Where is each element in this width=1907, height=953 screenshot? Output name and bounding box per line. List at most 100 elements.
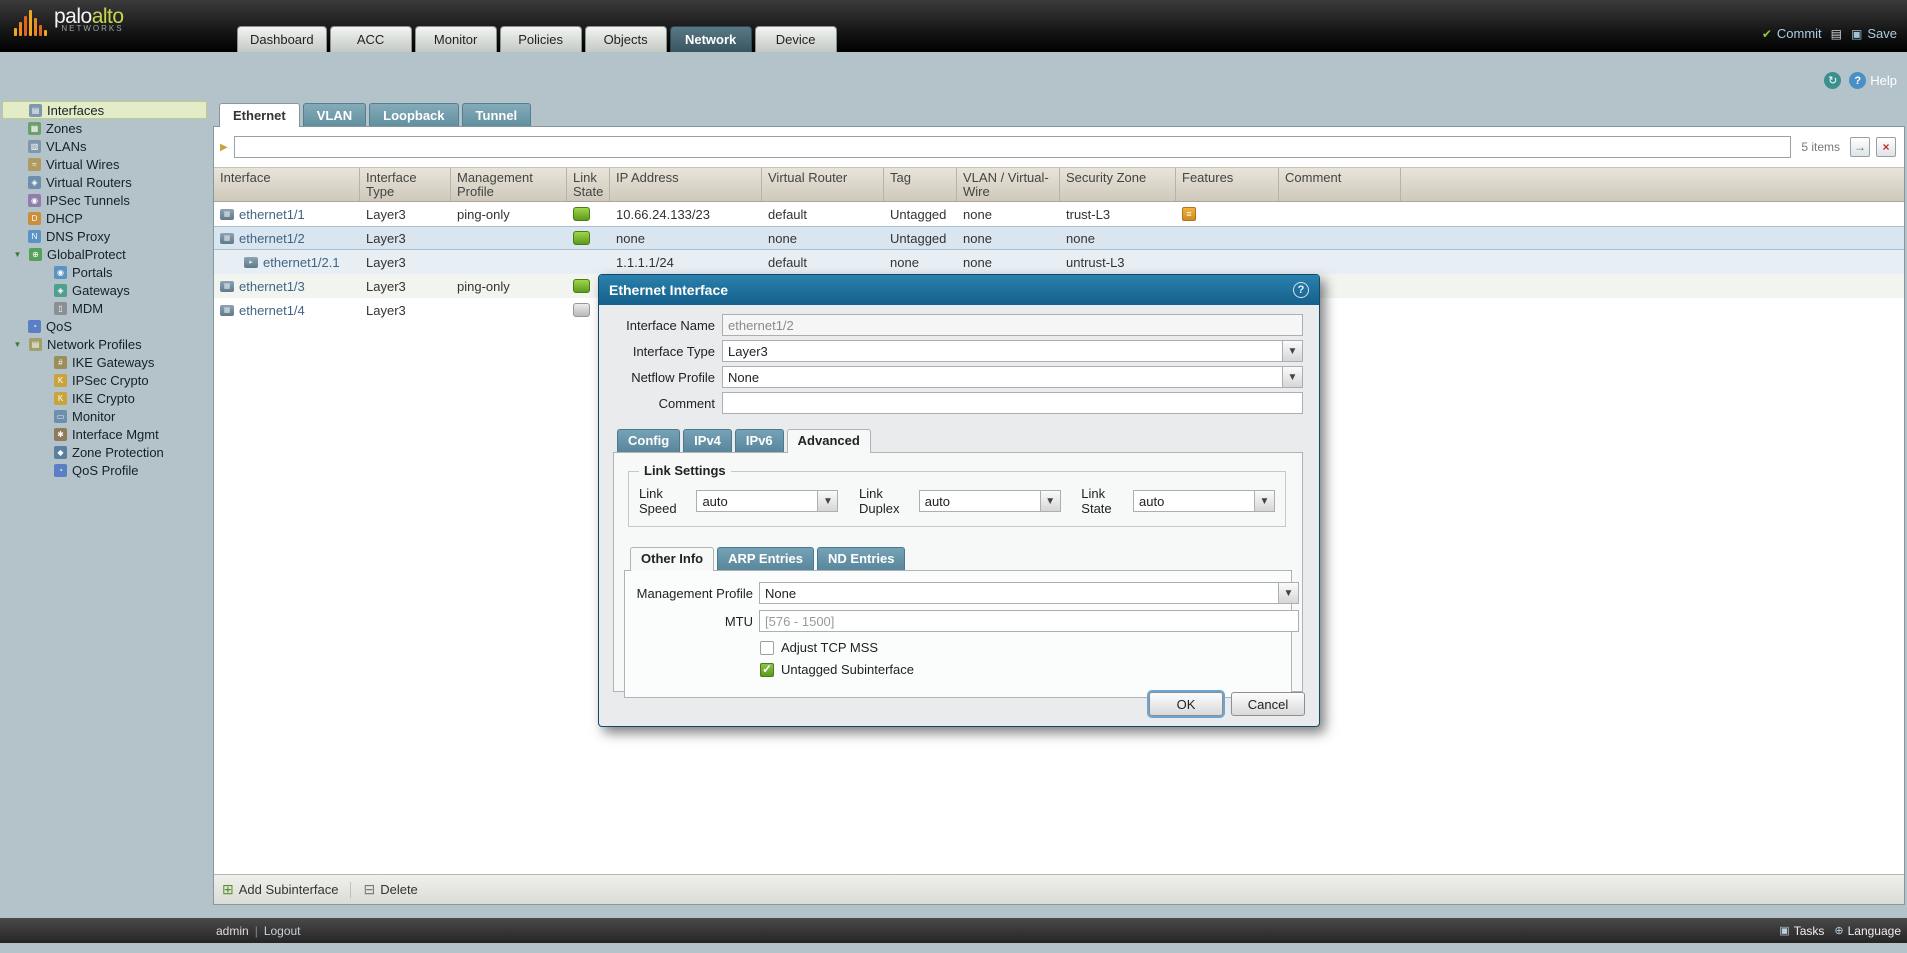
sidebar-item-virtual-routers[interactable]: ◈Virtual Routers	[2, 173, 207, 191]
sidebar-item-dns-proxy[interactable]: NDNS Proxy	[2, 227, 207, 245]
table-row-ethernet1-1[interactable]: ▦ethernet1/1 Layer3 ping-only 10.66.24.1…	[214, 202, 1904, 226]
tab-tunnel[interactable]: Tunnel	[462, 103, 532, 126]
sidebar-item-interfaces[interactable]: ▤Interfaces	[2, 101, 207, 119]
sidebar-item-mdm[interactable]: ▯MDM	[2, 299, 207, 317]
nav-tab-dashboard[interactable]: Dashboard	[237, 26, 327, 52]
delete-icon: ⊟	[363, 881, 375, 898]
column-security-zone[interactable]: Security Zone	[1060, 168, 1176, 201]
filter-input[interactable]	[234, 136, 1792, 158]
tab-arp-entries[interactable]: ARP Entries	[717, 547, 814, 570]
commit-button[interactable]: ✔Commit	[1762, 26, 1822, 41]
column-virtual-router[interactable]: Virtual Router	[762, 168, 884, 201]
sidebar-item-ipsec-crypto[interactable]: KIPSec Crypto	[2, 371, 207, 389]
logo-text: paloaltoNETWORKS	[54, 8, 124, 36]
clear-filter-button[interactable]: ×	[1876, 137, 1896, 157]
help-button[interactable]: ?Help	[1849, 72, 1897, 89]
main-nav: Dashboard ACC Monitor Policies Objects N…	[237, 26, 837, 52]
logout-link[interactable]: Logout	[264, 924, 301, 938]
expander-icon[interactable]: ▼	[11, 340, 24, 349]
nav-tab-device[interactable]: Device	[755, 26, 837, 52]
virtual-wires-icon: ≈	[28, 158, 41, 171]
nav-tab-monitor[interactable]: Monitor	[415, 26, 497, 52]
sidebar-item-network-profiles[interactable]: ▼▤Network Profiles	[2, 335, 207, 353]
column-tag[interactable]: Tag	[884, 168, 957, 201]
interface-type-tabs: Ethernet VLAN Loopback Tunnel	[219, 103, 531, 126]
column-comment[interactable]: Comment	[1279, 168, 1401, 201]
tab-ethernet[interactable]: Ethernet	[219, 103, 300, 127]
add-subinterface-button[interactable]: ⊞Add Subinterface	[222, 881, 338, 898]
interface-icon: ▦	[220, 233, 234, 244]
nav-tab-policies[interactable]: Policies	[500, 26, 582, 52]
sidebar-item-qos[interactable]: ◔QoS	[2, 317, 207, 335]
other-info-panel: Management Profile None ▼ MTU Adjust TCP…	[624, 570, 1292, 698]
table-row-ethernet1-2-1[interactable]: ▸ethernet1/2.1 Layer3 1.1.1.1/24 default…	[214, 250, 1904, 274]
column-vlan-virtual-wire[interactable]: VLAN / Virtual-Wire	[957, 168, 1060, 201]
sidebar-item-ike-crypto[interactable]: KIKE Crypto	[2, 389, 207, 407]
nav-tab-network[interactable]: Network	[670, 26, 752, 52]
link-state-select[interactable]: auto ▼	[1133, 490, 1275, 512]
netflow-profile-select[interactable]: None ▼	[722, 366, 1303, 388]
comment-input[interactable]	[722, 392, 1303, 414]
tab-other-info[interactable]: Other Info	[630, 547, 714, 571]
column-interface-type[interactable]: Interface Type	[360, 168, 451, 201]
dialog-help-icon[interactable]: ?	[1293, 282, 1309, 298]
tab-ipv4[interactable]: IPv4	[683, 429, 732, 452]
apply-filter-button[interactable]: →	[1850, 137, 1870, 157]
language-button[interactable]: ⊕Language	[1834, 924, 1901, 938]
tab-config[interactable]: Config	[617, 429, 680, 452]
refresh-icon[interactable]: ↻	[1824, 72, 1841, 89]
chevron-down-icon: ▼	[1282, 367, 1302, 387]
sidebar-item-ipsec-tunnels[interactable]: ◉IPSec Tunnels	[2, 191, 207, 209]
table-row-ethernet1-2[interactable]: ▦ethernet1/2 Layer3 none none Untagged n…	[214, 226, 1904, 250]
sidebar-item-dhcp[interactable]: DDHCP	[2, 209, 207, 227]
sidebar-item-ike-gateways[interactable]: #IKE Gateways	[2, 353, 207, 371]
ok-button[interactable]: OK	[1149, 692, 1223, 716]
expander-icon[interactable]: ▼	[11, 250, 24, 259]
advanced-sub-tabs: Other Info ARP Entries ND Entries	[630, 547, 1292, 570]
sidebar-item-zones[interactable]: ▦Zones	[2, 119, 207, 137]
sidebar-item-qos-profile[interactable]: ◔QoS Profile	[2, 461, 207, 479]
tab-vlan[interactable]: VLAN	[303, 103, 366, 126]
ike-gateways-icon: #	[54, 356, 67, 369]
top-header: paloaltoNETWORKS Dashboard ACC Monitor P…	[0, 0, 1907, 52]
untagged-subinterface-checkbox[interactable]	[760, 663, 774, 677]
logo-bars-icon	[14, 10, 47, 36]
column-interface[interactable]: Interface	[214, 168, 360, 201]
interface-type-select[interactable]: Layer3 ▼	[722, 340, 1303, 362]
link-speed-select[interactable]: auto ▼	[696, 490, 838, 512]
tab-advanced[interactable]: Advanced	[787, 429, 871, 453]
adjust-tcp-mss-checkbox[interactable]	[760, 641, 774, 655]
nav-tab-acc[interactable]: ACC	[330, 26, 412, 52]
sidebar-item-monitor[interactable]: ▭Monitor	[2, 407, 207, 425]
tab-ipv6[interactable]: IPv6	[735, 429, 784, 452]
nav-tab-objects[interactable]: Objects	[585, 26, 667, 52]
delete-button[interactable]: ⊟Delete	[363, 881, 417, 898]
interface-type-label: Interface Type	[613, 344, 715, 359]
column-features[interactable]: Features	[1176, 168, 1279, 201]
cancel-button[interactable]: Cancel	[1231, 692, 1305, 716]
link-down-icon	[573, 303, 590, 317]
save-button[interactable]: ▣Save	[1851, 26, 1897, 41]
tab-loopback[interactable]: Loopback	[369, 103, 458, 126]
chevron-down-icon: ▼	[1040, 491, 1060, 511]
column-link-state[interactable]: Link State	[567, 168, 610, 201]
sidebar-item-interface-mgmt[interactable]: ✱Interface Mgmt	[2, 425, 207, 443]
tab-nd-entries[interactable]: ND Entries	[817, 547, 905, 570]
qos-icon: ◔	[28, 320, 41, 333]
column-management-profile[interactable]: Management Profile	[451, 168, 567, 201]
management-profile-select[interactable]: None ▼	[759, 582, 1299, 604]
mtu-label: MTU	[633, 614, 753, 629]
tasks-button[interactable]: ▣Tasks	[1779, 924, 1824, 938]
column-ip-address[interactable]: IP Address	[610, 168, 762, 201]
link-settings-legend: Link Settings	[639, 463, 731, 478]
user-session: admin | Logout	[216, 924, 301, 938]
sidebar-item-zone-protection[interactable]: ◆Zone Protection	[2, 443, 207, 461]
sidebar-item-gateways[interactable]: ◈Gateways	[2, 281, 207, 299]
sidebar-item-portals[interactable]: ◉Portals	[2, 263, 207, 281]
sidebar-item-virtual-wires[interactable]: ≈Virtual Wires	[2, 155, 207, 173]
sidebar-item-globalprotect[interactable]: ▼⊕GlobalProtect	[2, 245, 207, 263]
link-duplex-select[interactable]: auto ▼	[919, 490, 1061, 512]
mtu-input[interactable]	[759, 610, 1299, 632]
sidebar-item-vlans[interactable]: ▧VLANs	[2, 137, 207, 155]
document-edit-icon[interactable]: ▤	[1831, 28, 1842, 40]
